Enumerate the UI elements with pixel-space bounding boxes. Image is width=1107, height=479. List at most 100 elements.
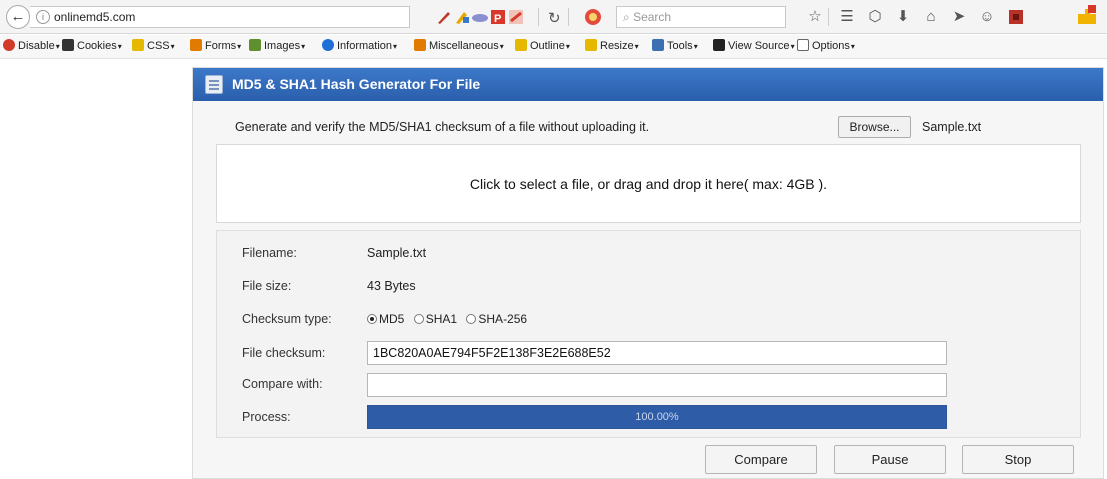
file-checksum-label: File checksum: (242, 346, 326, 360)
filesize-value: 43 Bytes (367, 279, 416, 293)
puzzle-icon[interactable] (1076, 4, 1098, 26)
download-icon[interactable]: ⬇ (894, 8, 912, 26)
miscellaneous-icon (414, 39, 426, 51)
search-input[interactable]: ⌕ Search (616, 6, 786, 28)
web-developer-toolbar: Disable▾ Cookies▾ CSS▾ Forms▾ Images▾ In… (0, 35, 1107, 59)
separator (568, 8, 569, 26)
search-icon: ⌕ (623, 10, 630, 24)
radio-label: MD5 (379, 312, 405, 326)
tools-icon (652, 39, 664, 51)
selected-file-name: Sample.txt (922, 120, 982, 134)
info-icon[interactable]: i (36, 10, 50, 24)
radio-sha256[interactable]: SHA-256 (466, 312, 527, 326)
devbar-label: Resize (600, 40, 634, 52)
back-icon[interactable]: ← (6, 5, 30, 29)
emoji-icon[interactable]: ☺ (978, 8, 996, 26)
checksum-type-label: Checksum type: (242, 312, 332, 326)
devbar-disable[interactable]: Disable▾ (3, 35, 60, 58)
reading-list-icon[interactable]: ☰ (838, 8, 856, 26)
devbar-label: View Source (728, 40, 790, 52)
svg-text:P: P (494, 13, 501, 25)
hash-generator-panel: MD5 & SHA1 Hash Generator For File Gener… (192, 67, 1104, 479)
disable-icon (3, 39, 15, 51)
page-title: MD5 & SHA1 Hash Generator For File (232, 76, 481, 92)
addon-icon[interactable] (1008, 9, 1024, 25)
file-dropzone[interactable]: Click to select a file, or drag and drop… (216, 144, 1081, 223)
devbar-label: Disable (18, 40, 55, 52)
devbar-label: Forms (205, 40, 237, 52)
devbar-label: Outline (530, 40, 565, 52)
devbar-tools[interactable]: Tools▾ (652, 35, 698, 58)
file-checksum-field[interactable] (367, 341, 947, 365)
process-label: Process: (242, 410, 291, 424)
devbar-css[interactable]: CSS▾ (132, 35, 175, 58)
pause-button[interactable]: Pause (834, 445, 946, 474)
radio-button[interactable] (367, 314, 377, 324)
browse-button[interactable]: Browse... (838, 116, 911, 138)
home-icon[interactable]: ⌂ (922, 8, 940, 26)
firebug-icon[interactable] (436, 9, 452, 25)
resize-icon (585, 39, 597, 51)
intro-text: Generate and verify the MD5/SHA1 checksu… (235, 120, 650, 134)
devbar-options[interactable]: Options▾ (797, 35, 855, 58)
devbar-miscellaneous[interactable]: Miscellaneous▾ (414, 35, 504, 58)
dropzone-text: Click to select a file, or drag and drop… (469, 176, 828, 192)
progress-text: 100.00% (635, 411, 679, 423)
devbar-label: Miscellaneous (429, 40, 499, 52)
devbar-view-source[interactable]: View Source▾ (713, 35, 795, 58)
devbar-cookies[interactable]: Cookies▾ (62, 35, 122, 58)
filename-label: Filename: (242, 246, 297, 260)
radio-label: SHA-256 (478, 312, 528, 326)
document-icon (205, 75, 223, 94)
devbar-resize[interactable]: Resize▾ (585, 35, 639, 58)
filename-value: Sample.txt (367, 246, 427, 260)
devbar-label: Images (264, 40, 301, 52)
devbar-label: Tools (667, 40, 693, 52)
radio-button[interactable] (413, 314, 424, 324)
outline-icon (515, 39, 527, 51)
devbar-images[interactable]: Images▾ (249, 35, 305, 58)
noscript-icon[interactable] (584, 8, 602, 26)
panel-header: MD5 & SHA1 Hash Generator For File (193, 68, 1103, 101)
devbar-outline[interactable]: Outline▾ (515, 35, 570, 58)
compare-with-label: Compare with: (242, 377, 323, 391)
z-icon[interactable] (508, 9, 524, 25)
separator (538, 8, 539, 26)
reload-icon[interactable]: ↻ (548, 9, 561, 27)
devbar-label: Cookies (77, 40, 117, 52)
pencil-icon[interactable] (454, 9, 470, 25)
browser-navbar: ← i onlinemd5.com P ↻ ⌕ Search ☆ ☰ ⬡ ⬇ ⌂ … (0, 0, 1107, 34)
devbar-label: Information (337, 40, 393, 52)
progress-bar: 100.00% (367, 405, 947, 429)
php-icon[interactable] (472, 9, 488, 25)
options-icon (797, 39, 809, 51)
radio-button[interactable] (466, 314, 477, 324)
search-placeholder: Search (633, 10, 672, 24)
file-details: Filename: Sample.txt File size: 43 Bytes… (216, 230, 1081, 438)
images-icon (249, 39, 261, 51)
filesize-label: File size: (242, 279, 292, 293)
css-icon (132, 39, 144, 51)
url-bar[interactable]: i onlinemd5.com (30, 6, 410, 28)
radio-sha1[interactable]: SHA1 (413, 312, 458, 326)
cookies-icon (62, 39, 74, 51)
radio-label: SHA1 (425, 312, 458, 326)
stop-button[interactable]: Stop (962, 445, 1074, 474)
checksum-type-group: MD5 SHA1 SHA-256 (367, 312, 533, 326)
forms-icon (190, 39, 202, 51)
devbar-label: CSS (147, 40, 170, 52)
separator (828, 8, 829, 26)
pocket-icon[interactable]: ⬡ (866, 8, 884, 26)
devbar-information[interactable]: Information▾ (322, 35, 397, 58)
compare-button[interactable]: Compare (705, 445, 817, 474)
star-icon[interactable]: ☆ (806, 8, 824, 26)
information-icon (322, 39, 334, 51)
radio-md5[interactable]: MD5 (367, 312, 404, 326)
p-icon[interactable]: P (490, 9, 506, 25)
devbar-forms[interactable]: Forms▾ (190, 35, 241, 58)
url-text: onlinemd5.com (54, 10, 136, 24)
compare-with-field[interactable] (367, 373, 947, 397)
send-icon[interactable]: ➤ (950, 8, 968, 26)
devbar-label: Options (812, 40, 850, 52)
view-source-icon (713, 39, 725, 51)
